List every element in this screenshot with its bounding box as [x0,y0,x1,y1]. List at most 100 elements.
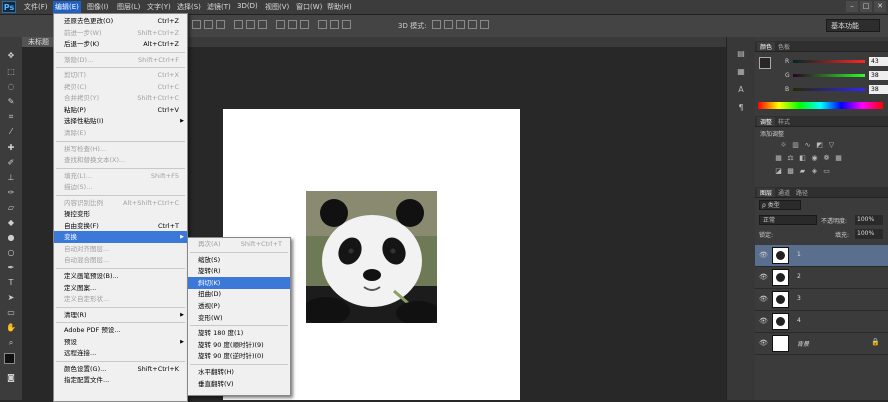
menu-item[interactable]: 粘贴(P) Ctrl+V [54,104,187,116]
3d-slide-icon[interactable] [468,20,477,29]
layer-filter-select[interactable]: ρ 类型 [759,200,801,210]
posterize-icon[interactable]: ▩ [786,167,795,175]
menu-item[interactable]: 缩放(S) [188,254,290,266]
menu-filter[interactable]: 滤镜(T) [207,2,231,12]
hand-tool-icon[interactable]: ✋ [5,323,17,333]
paint-bucket-tool-icon[interactable]: ◆ [5,218,17,228]
green-slider[interactable]: G 38 [785,71,888,81]
minimize-button[interactable]: – [846,1,858,12]
menu-image[interactable]: 图像(I) [87,2,109,12]
menu-item[interactable]: 后退一步(K) Alt+Ctrl+Z [54,38,187,50]
tab-adjustments[interactable]: 调整 [757,117,776,126]
brush-tool-icon[interactable]: ✐ [5,158,17,168]
distribute-option-icon[interactable] [288,20,297,29]
menu-item[interactable]: 垂直翻转(V) [188,378,290,390]
menu-item[interactable]: 清理(R) ▶ [54,309,187,321]
visibility-eye-icon[interactable]: 👁 [759,273,768,281]
3d-rotate-icon[interactable] [432,20,441,29]
zoom-tool-icon[interactable]: ⌕ [5,338,17,348]
close-button[interactable]: ✕ [874,1,886,12]
document-tab[interactable]: 未标题 [22,37,55,47]
hue-saturation-icon[interactable]: ▦ [774,154,783,162]
quick-mask-icon[interactable]: ◙ [5,373,17,383]
align-option-icon[interactable] [192,20,201,29]
shape-tool-icon[interactable]: ▭ [5,308,17,318]
red-slider[interactable]: R 43 [785,57,888,67]
3d-scale-icon[interactable] [480,20,489,29]
crop-tool-icon[interactable]: ⌗ [5,112,17,122]
paragraph-panel-icon[interactable]: ¶ [735,103,747,113]
levels-icon[interactable]: ▥ [791,141,800,149]
dodge-tool-icon[interactable]: ○ [5,248,17,258]
clone-stamp-tool-icon[interactable]: ⊥ [5,173,17,183]
move-tool-icon[interactable]: ✥ [5,51,17,61]
red-value[interactable]: 43 [869,57,888,66]
threshold-icon[interactable]: ▰ [798,167,807,175]
menu-3d[interactable]: 3D(D) [237,2,258,10]
distribute-option-icon[interactable] [330,20,339,29]
menu-item[interactable]: 颜色设置(G)... Shift+Ctrl+K [54,363,187,375]
tab-channels[interactable]: 通道 [775,188,793,197]
menu-item[interactable]: 扭曲(D) [188,288,290,300]
menu-layer[interactable]: 图层(L) [117,2,140,12]
gradient-map-icon[interactable]: ▭ [822,167,831,175]
align-option-icon[interactable] [234,20,243,29]
foreground-color-swatch[interactable] [759,57,771,69]
channel-mixer-icon[interactable]: ❁ [822,154,831,162]
visibility-eye-icon[interactable]: 👁 [759,295,768,303]
brightness-icon[interactable]: ☼ [779,141,788,149]
layer-row[interactable]: 👁 背景 🔒 [755,333,888,355]
menu-item[interactable]: 旋转 90 度(逆时针)(0) [188,350,290,362]
menu-item[interactable]: 操控变形 [54,208,187,220]
opacity-input[interactable]: 100% [855,215,883,225]
menu-select[interactable]: 选择(S) [177,2,201,12]
properties-panel-icon[interactable]: ▦ [735,67,747,77]
fill-input[interactable]: 100% [855,229,883,239]
menu-item[interactable]: 斜切(K) [188,276,290,289]
align-option-icon[interactable] [216,20,225,29]
distribute-option-icon[interactable] [276,20,285,29]
menu-window[interactable]: 窗口(W) [296,2,322,12]
photo-filter-icon[interactable]: ◉ [810,154,819,162]
eraser-tool-icon[interactable]: ▱ [5,203,17,213]
blend-mode-select[interactable]: 正常 [759,215,817,225]
blue-slider[interactable]: B 38 [785,85,888,95]
color-balance-icon[interactable]: ⚖ [786,154,795,162]
foreground-color-swatch[interactable] [4,353,15,364]
exposure-icon[interactable]: ◩ [815,141,824,149]
tab-paths[interactable]: 路径 [793,188,811,197]
black-white-icon[interactable]: ◧ [798,154,807,162]
menu-item[interactable]: 预设 ▶ [54,336,187,348]
menu-item[interactable]: 旋转 90 度(顺时针)(9) [188,339,290,351]
color-lookup-icon[interactable]: ▦ [834,154,843,162]
layer-row[interactable]: 👁 4 [755,311,888,333]
3d-roll-icon[interactable] [444,20,453,29]
menu-item[interactable]: 指定配置文件... [54,374,187,386]
align-option-icon[interactable] [204,20,213,29]
quick-select-tool-icon[interactable]: ✎ [5,97,17,107]
character-panel-icon[interactable]: A [735,85,747,95]
menu-item[interactable]: 还原去色更改(O) Ctrl+Z [54,15,187,27]
path-select-tool-icon[interactable]: ➤ [5,293,17,303]
menu-item[interactable]: 水平翻转(H) [188,366,290,378]
layer-row[interactable]: 👁 1 [755,245,888,267]
menu-edit[interactable]: 编辑(E) [53,1,81,13]
workspace-select[interactable]: 基本功能 [826,19,880,32]
curves-icon[interactable]: ∿ [803,141,812,149]
selective-color-icon[interactable]: ◈ [810,167,819,175]
align-option-icon[interactable] [246,20,255,29]
3d-pan-icon[interactable] [456,20,465,29]
menu-item[interactable]: 定义画笔预设(B)... [54,270,187,282]
marquee-tool-icon[interactable]: ⬚ [5,67,17,77]
lasso-tool-icon[interactable]: ◌ [5,82,17,92]
menu-item[interactable]: 变换 ▶ [54,231,187,244]
menu-item[interactable]: 选择性粘贴(I) ▶ [54,115,187,127]
menu-item[interactable]: 定义图案... [54,282,187,294]
visibility-eye-icon[interactable]: 👁 [759,317,768,325]
tab-styles[interactable]: 样式 [775,117,793,126]
menu-view[interactable]: 视图(V) [265,2,289,12]
menu-help[interactable]: 帮助(H) [327,2,352,12]
visibility-eye-icon[interactable]: 👁 [759,251,768,259]
tab-color[interactable]: 颜色 [757,42,776,51]
distribute-option-icon[interactable] [318,20,327,29]
